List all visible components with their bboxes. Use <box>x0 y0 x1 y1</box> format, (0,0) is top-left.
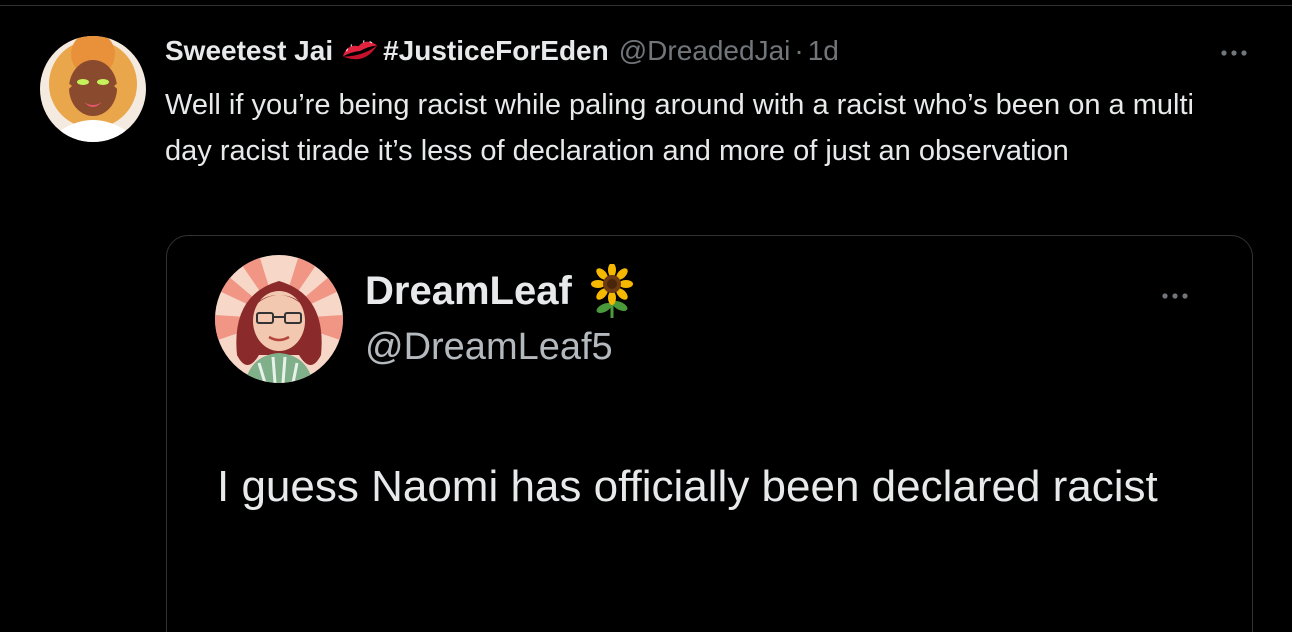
display-name-hashtag[interactable]: #JusticeForEden <box>383 31 609 71</box>
divider <box>0 5 1292 6</box>
user-handle[interactable]: @DreadedJai <box>619 31 791 71</box>
quoted-tweet-text: I guess Naomi has officially been declar… <box>217 462 1158 511</box>
tweet-header: Sweetest Jai #JusticeForEden @DreadedJai… <box>165 31 839 71</box>
tweet-text: Well if you’re being racist while paling… <box>165 89 1194 167</box>
avatar[interactable] <box>40 36 146 142</box>
display-name[interactable]: Sweetest Jai <box>165 31 333 71</box>
quoted-more-horizontal-icon[interactable] <box>1161 288 1189 299</box>
timestamp[interactable]: 1d <box>808 31 839 71</box>
quoted-display-name-text[interactable]: DreamLeaf <box>365 264 572 318</box>
kiss-mark-icon <box>339 36 381 66</box>
sunflower-icon <box>590 263 634 318</box>
quoted-display-name: DreamLeaf <box>365 263 634 318</box>
tweet-view: Sweetest Jai #JusticeForEden @DreadedJai… <box>0 0 1292 632</box>
quoted-user-handle[interactable]: @DreamLeaf5 <box>365 322 613 372</box>
more-horizontal-icon[interactable] <box>1220 45 1248 56</box>
separator-dot: · <box>794 35 804 66</box>
quoted-avatar[interactable] <box>215 255 343 383</box>
